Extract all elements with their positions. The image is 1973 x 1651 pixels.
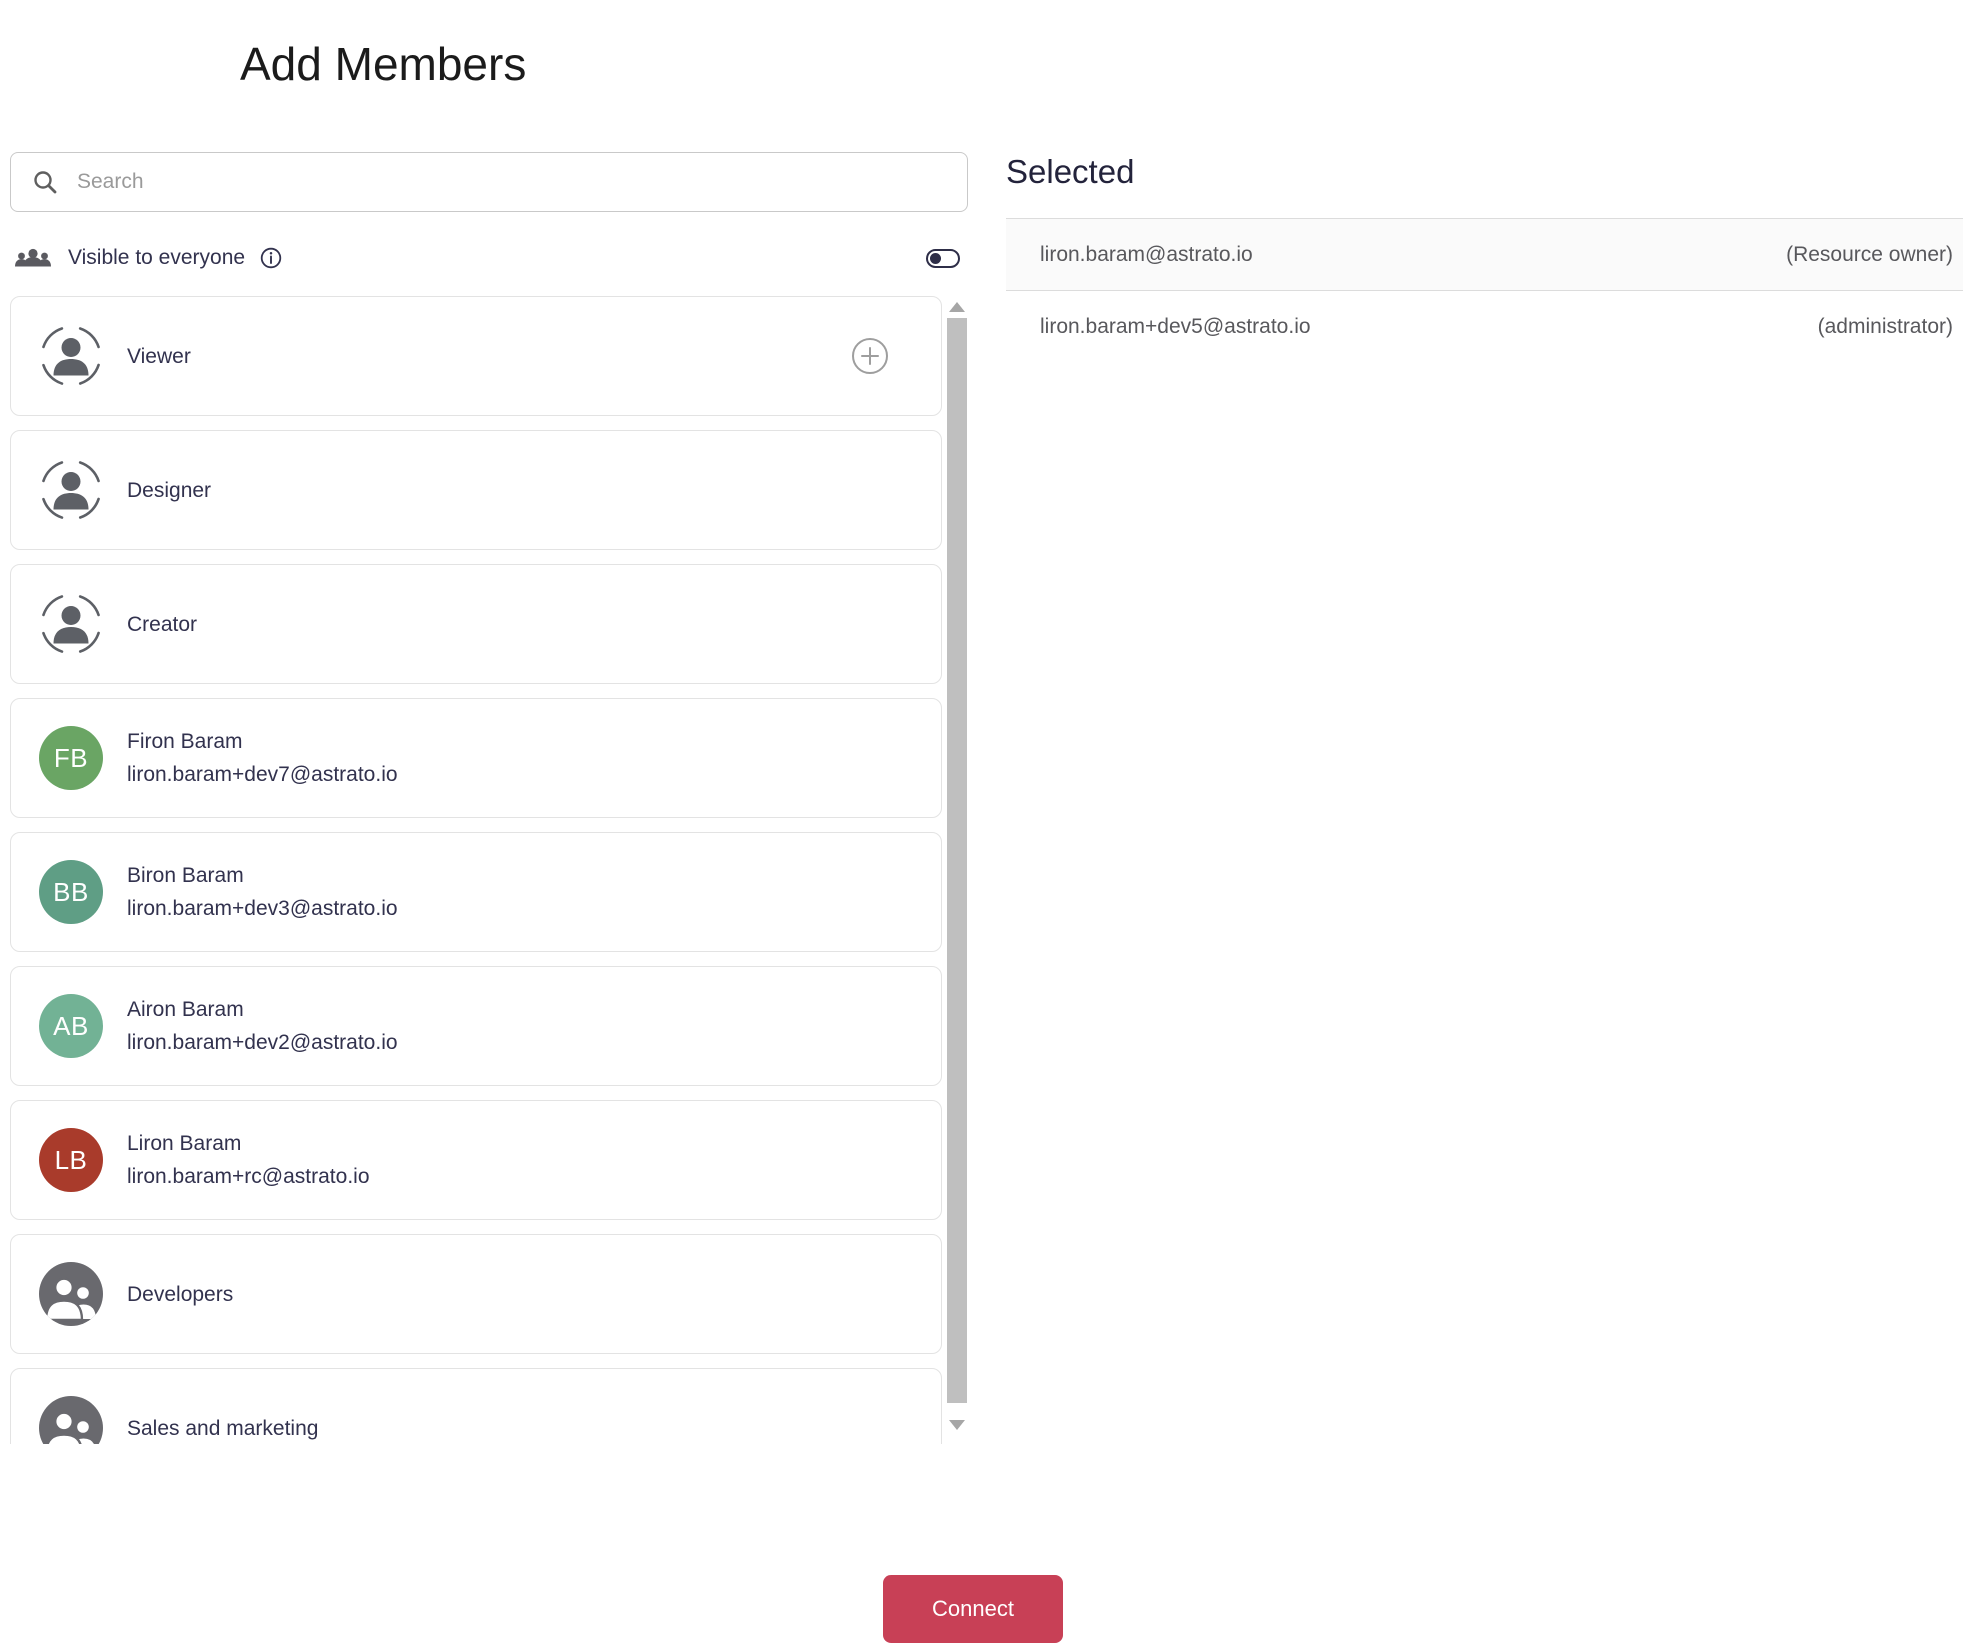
search-input[interactable] xyxy=(75,169,955,195)
scroll-up-arrow[interactable] xyxy=(949,302,965,312)
scroll-down-arrow[interactable] xyxy=(949,1420,965,1430)
list-item-role[interactable]: Creator xyxy=(10,564,942,684)
user-email: liron.baram+dev7@astrato.io xyxy=(127,763,398,786)
user-avatar: FB xyxy=(39,726,103,790)
group-label: Sales and marketing xyxy=(127,1416,319,1440)
visibility-toggle[interactable] xyxy=(926,248,960,268)
member-list: Viewer Designer Creator FB Firon Baram l… xyxy=(10,296,942,1444)
selected-role: (administrator) xyxy=(1817,314,1953,338)
scrollbar xyxy=(946,296,968,1444)
role-avatar-icon xyxy=(39,592,103,656)
role-label: Creator xyxy=(127,612,198,636)
role-avatar-icon xyxy=(39,458,103,522)
user-avatar: LB xyxy=(39,1128,103,1192)
user-email: liron.baram+dev3@astrato.io xyxy=(127,897,398,920)
list-item-group[interactable]: Sales and marketing xyxy=(10,1368,942,1444)
user-name: Liron Baram xyxy=(127,1132,242,1155)
list-item-user[interactable]: FB Firon Baram liron.baram+dev7@astrato.… xyxy=(10,698,942,818)
list-item-role[interactable]: Designer xyxy=(10,430,942,550)
user-avatar: BB xyxy=(39,860,103,924)
selected-rows: liron.baram@astrato.io (Resource owner) … xyxy=(1006,218,1963,362)
list-item-group[interactable]: Developers xyxy=(10,1234,942,1354)
scroll-thumb[interactable] xyxy=(947,318,967,1403)
selected-row[interactable]: liron.baram+dev5@astrato.io (administrat… xyxy=(1006,290,1963,362)
selected-role: (Resource owner) xyxy=(1786,242,1953,266)
add-icon[interactable] xyxy=(851,337,889,375)
user-name: Firon Baram xyxy=(127,730,243,753)
connect-button[interactable]: Connect xyxy=(883,1575,1063,1643)
list-item-user[interactable]: AB Airon Baram liron.baram+dev2@astrato.… xyxy=(10,966,942,1086)
selected-email: liron.baram+dev5@astrato.io xyxy=(1040,314,1311,338)
group-label: Developers xyxy=(127,1282,234,1306)
list-item-user[interactable]: BB Biron Baram liron.baram+dev3@astrato.… xyxy=(10,832,942,952)
user-name: Biron Baram xyxy=(127,864,244,887)
list-item-user[interactable]: LB Liron Baram liron.baram+rc@astrato.io xyxy=(10,1100,942,1220)
search-icon xyxy=(31,168,59,196)
visibility-row: Visible to everyone xyxy=(10,238,968,278)
role-label: Viewer xyxy=(127,344,191,368)
role-avatar-icon xyxy=(39,324,103,388)
role-label: Designer xyxy=(127,478,212,502)
member-list-viewport: Viewer Designer Creator FB Firon Baram l… xyxy=(10,296,968,1444)
search-box xyxy=(10,152,968,212)
selected-email: liron.baram@astrato.io xyxy=(1040,242,1253,266)
list-item-role[interactable]: Viewer xyxy=(10,296,942,416)
visibility-label: Visible to everyone xyxy=(68,246,246,269)
info-icon[interactable] xyxy=(259,246,283,270)
selected-heading: Selected xyxy=(1006,153,1135,190)
group-avatar-icon xyxy=(39,1396,103,1444)
groups-icon xyxy=(14,245,52,271)
toggle-knob xyxy=(930,252,941,264)
selected-row[interactable]: liron.baram@astrato.io (Resource owner) xyxy=(1006,218,1963,290)
user-email: liron.baram+rc@astrato.io xyxy=(127,1165,370,1188)
user-email: liron.baram+dev2@astrato.io xyxy=(127,1031,398,1054)
group-avatar-icon xyxy=(39,1262,103,1326)
selected-panel: Selected liron.baram@astrato.io (Resourc… xyxy=(1006,152,1963,362)
page-title: Add Members xyxy=(240,37,527,90)
user-name: Airon Baram xyxy=(127,998,244,1021)
user-avatar: AB xyxy=(39,994,103,1058)
